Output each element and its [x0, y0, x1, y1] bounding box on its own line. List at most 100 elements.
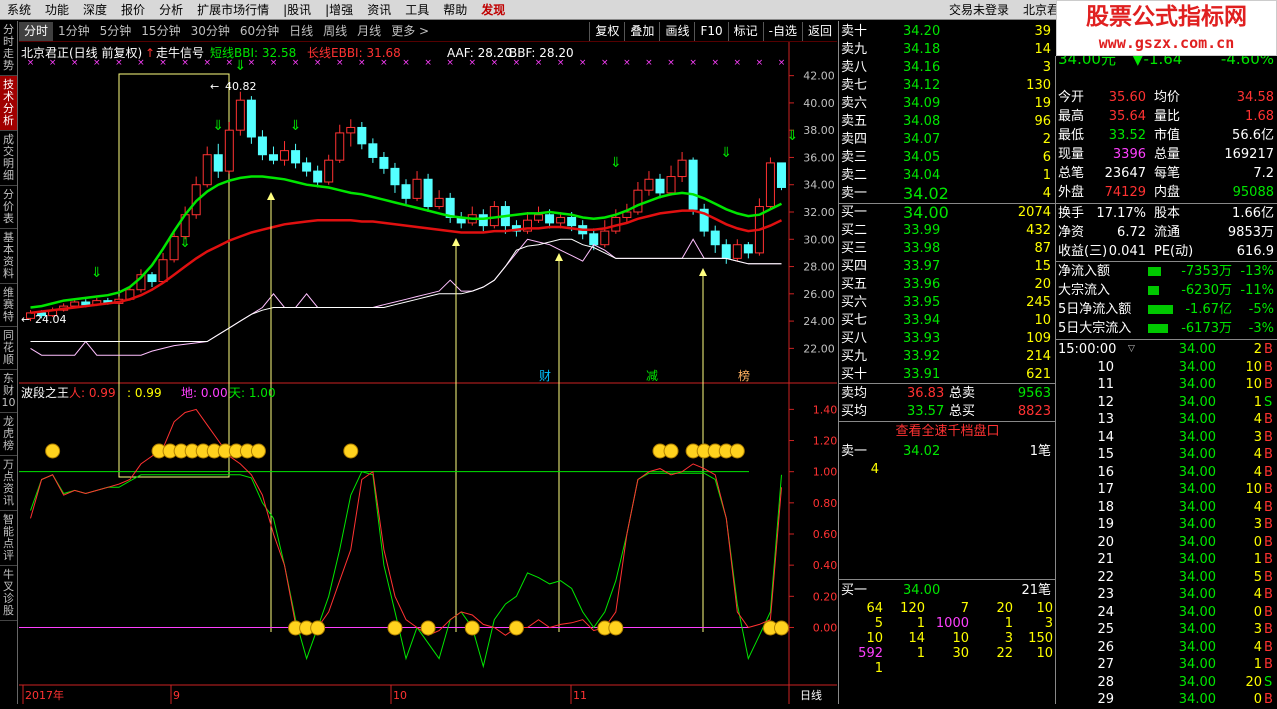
orderbook-row[interactable]: 卖九 34.18 14 [839, 41, 1056, 59]
left-tab[interactable]: 技术分析 [0, 76, 17, 131]
lower-y-tick-label: 0.00 [813, 621, 837, 634]
quote-cell: 34.00 [1178, 499, 1216, 515]
orderbook-row[interactable]: 买八 33.93 109 [839, 330, 1056, 348]
kline-chart[interactable]: 42.00 40.00 38.00 36.00 34.00 32.00 30.00 28.00… [19, 42, 837, 704]
left-tab[interactable]: 万点资讯 [0, 456, 17, 511]
orderbook-row[interactable]: 买十 33.91 621 [839, 366, 1056, 384]
candle-body [324, 159, 334, 183]
candle-body [257, 136, 267, 156]
menu-item[interactable]: 深度 [76, 0, 114, 20]
orderbook-row[interactable]: 卖七 34.12 130 [839, 77, 1056, 95]
y-tick-label: 40.00 [803, 97, 835, 110]
quote-row: 最低 33.52 市值 56.6亿 [1056, 126, 1277, 145]
quote-cell: 股本 [1154, 206, 1181, 221]
left-tab[interactable]: 龙虎榜 [0, 413, 17, 456]
period-toolbar: 分时 1分钟 5分钟 15分钟 30分钟 60分钟 日线 周线 月线 更多 > 复权 叠加 画线 F10 标… [19, 21, 837, 42]
orderbook-row[interactable]: 卖均 36.83 总卖 9563 [839, 385, 1056, 403]
left-tab[interactable]: 维赛特 [0, 284, 17, 327]
menu-item[interactable]: 报价 [114, 0, 152, 20]
orderbook-row[interactable]: 卖五 34.08 96 [839, 113, 1056, 131]
orderbook-row[interactable]: 买五 33.96 20 [839, 276, 1056, 294]
orderbook-row[interactable]: 4 [839, 461, 1056, 479]
orderbook-cell: 卖九 [841, 42, 868, 57]
tick-row: 13 34.00 4 B [1056, 410, 1277, 429]
orderbook-row[interactable]: 买一 34.00 2074 [839, 204, 1056, 222]
orderbook-row[interactable]: 买七 33.94 10 [839, 312, 1056, 330]
orderbook-row[interactable]: 卖四 34.07 2 [839, 131, 1056, 149]
quote-cell: 17.17% [1096, 206, 1146, 221]
menu-item[interactable]: 功能 [38, 0, 76, 20]
quote-cell: B [1264, 412, 1273, 427]
menu-item[interactable]: 扩展市场行情 [190, 0, 276, 20]
quote-cell: PE(动) [1154, 244, 1194, 259]
quote-cell: 20 [1097, 534, 1114, 550]
quote-cell: 34.00 [1178, 552, 1216, 567]
lower-y-tick-label: 1.20 [813, 435, 837, 448]
orderbook-row[interactable]: 买均 33.57 总买 8823 [839, 403, 1056, 421]
left-tab[interactable]: 东财10 [0, 370, 17, 413]
period-tab[interactable]: 日线 [284, 22, 318, 41]
orderbook-row[interactable]: 卖三 34.05 6 [839, 149, 1056, 167]
left-tab[interactable]: 牛叉诊股 [0, 566, 17, 621]
orderbook-row[interactable]: 买一 34.00 21笔 [839, 582, 1056, 600]
toolbar-button[interactable]: 返回 [801, 21, 837, 41]
quote-cell: -5% [1248, 302, 1274, 317]
left-tab[interactable]: 分时走势 [0, 21, 17, 76]
left-tab[interactable]: 智能点评 [0, 511, 17, 566]
menu-item[interactable]: |增强 [318, 0, 360, 20]
orderbook-row[interactable]: 买四 33.97 15 [839, 258, 1056, 276]
orderbook-cell: 买四 [841, 259, 868, 274]
period-tab[interactable]: 周线 [318, 22, 352, 41]
up-arrow-icon [555, 253, 563, 261]
period-tab[interactable]: 更多 > [386, 22, 434, 41]
toolbar-button[interactable]: 复权 [589, 21, 624, 41]
orderbook-cell: 15 [1034, 259, 1051, 274]
left-tab[interactable]: 分价表 [0, 186, 17, 229]
orderbook-row[interactable]: 卖十 34.20 39 [839, 23, 1056, 41]
orderbook-row[interactable]: 卖六 34.09 19 [839, 95, 1056, 113]
y-tick-label: 26.00 [803, 288, 835, 301]
toolbar-button[interactable]: 画线 [659, 21, 694, 41]
orderbook-row[interactable]: 买九 33.92 214 [839, 348, 1056, 366]
flow-bar [1148, 305, 1173, 314]
orderbook-row[interactable]: 卖一 34.02 1笔 [839, 443, 1056, 461]
orderbook-row[interactable]: 买三 33.98 87 [839, 240, 1056, 258]
period-tab[interactable]: 60分钟 [235, 22, 284, 41]
menu-item[interactable]: 帮助 [436, 0, 474, 20]
signal-x-mark: × [711, 58, 719, 68]
orderbook-row[interactable]: 卖二 34.04 1 [839, 167, 1056, 185]
quote-cell: -6230万 [1181, 283, 1232, 298]
period-tab[interactable]: 分时 [19, 21, 54, 41]
orderbook-row[interactable]: 买二 33.99 432 [839, 222, 1056, 240]
y-tick-label: 24.00 [803, 315, 835, 328]
menu-item[interactable]: 分析 [152, 0, 190, 20]
left-tab[interactable]: 基本资料 [0, 229, 17, 284]
left-tab[interactable]: 同花顺 [0, 327, 17, 370]
orderbook-row[interactable]: 卖一 34.02 4 [839, 185, 1056, 203]
orderbook-row[interactable]: 1 [839, 660, 1056, 678]
menu-item[interactable]: 资讯 [360, 0, 398, 20]
left-tab[interactable]: 成交明细 [0, 131, 17, 186]
orderbook-row[interactable]: 买六 33.95 245 [839, 294, 1056, 312]
depth-book-button[interactable]: 查看全速千档盘口 [839, 422, 1056, 442]
period-tab[interactable]: 5分钟 [95, 22, 137, 41]
login-status[interactable]: 交易未登录 [942, 0, 1016, 20]
menu-item-discover[interactable]: 发现 [474, 0, 512, 20]
orderbook-row[interactable]: 卖八 34.16 3 [839, 59, 1056, 77]
menu-item[interactable]: 工具 [398, 0, 436, 20]
period-tab[interactable]: 月线 [352, 22, 386, 41]
period-tab[interactable]: 1分钟 [53, 22, 95, 41]
period-tab[interactable]: 15分钟 [136, 22, 185, 41]
quote-cell: 29 [1097, 692, 1114, 707]
menu-item[interactable]: |股讯 [276, 0, 318, 20]
quote-row: 最高 35.64 量比 1.68 [1056, 107, 1277, 126]
toolbar-button[interactable]: -自选 [762, 21, 802, 41]
down-arrow-icon: ⇓ [179, 235, 191, 251]
toolbar-button[interactable]: F10 [694, 21, 727, 41]
tick-row: 18 34.00 4 B [1056, 498, 1277, 517]
menu-item[interactable]: 系统 [0, 0, 38, 20]
toolbar-button[interactable]: 叠加 [624, 21, 659, 41]
quote-cell: 34.00 [1178, 464, 1216, 480]
toolbar-button[interactable]: 标记 [727, 21, 763, 41]
period-tab[interactable]: 30分钟 [186, 22, 235, 41]
